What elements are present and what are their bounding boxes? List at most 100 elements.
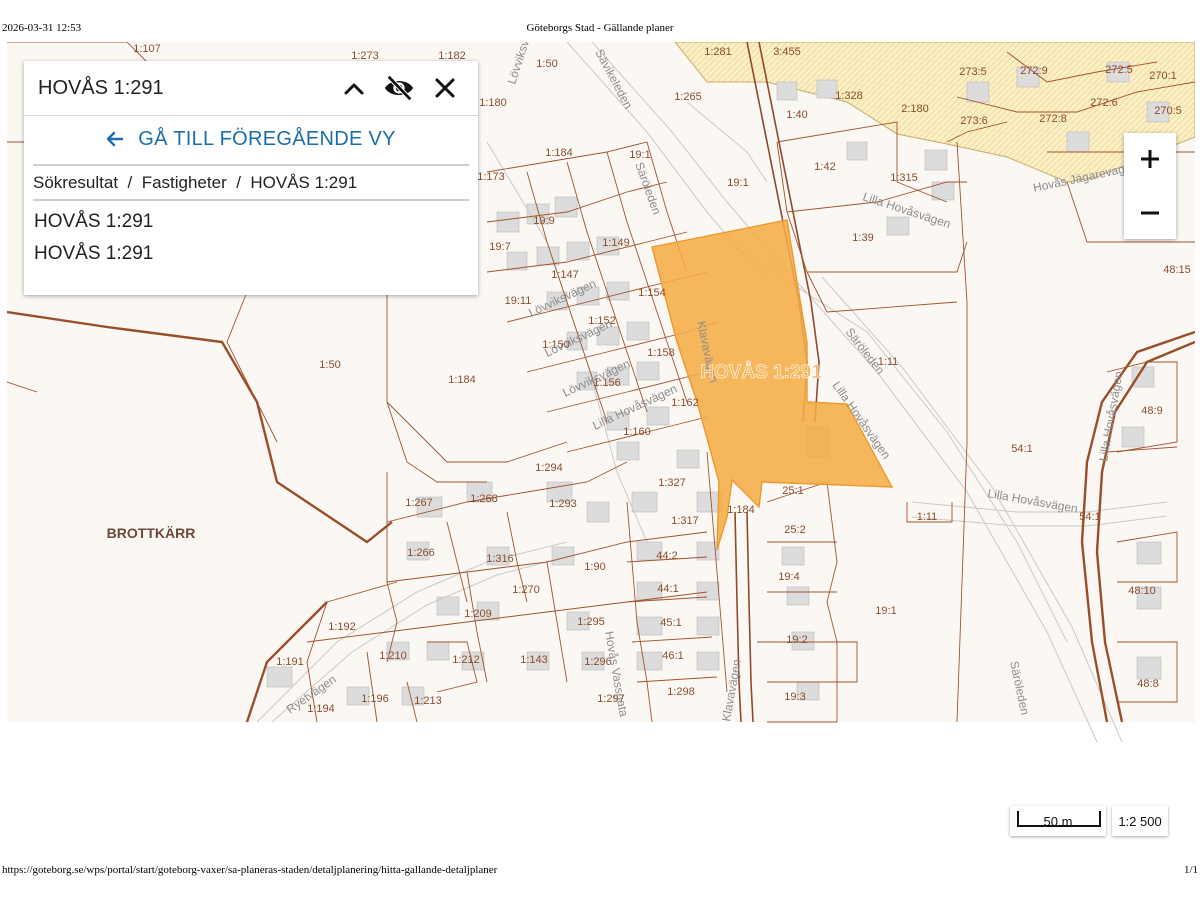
- parcel-label: 1:143: [520, 654, 548, 666]
- parcel-label: 1:184: [448, 374, 476, 386]
- back-link[interactable]: GÅ TILL FÖREGÅENDE VY: [24, 121, 478, 157]
- parcel-label: 1:194: [307, 703, 335, 715]
- panel-header: HOVÅS 1:291: [24, 61, 478, 116]
- parcel-label: 1:294: [535, 462, 563, 474]
- parcel-label: 44:2: [656, 550, 677, 562]
- parcel-label: 1:209: [464, 608, 492, 620]
- parcel-label: 1:270: [512, 584, 540, 596]
- parcel-label: 1:160: [623, 426, 651, 438]
- parcel-label: 1:50: [536, 58, 557, 70]
- parcel-label: 1:213: [414, 695, 442, 707]
- parcel-label: 1:107: [133, 43, 161, 55]
- parcel-label: 1:90: [584, 561, 605, 573]
- arrow-left-icon: [107, 131, 124, 147]
- parcel-label: 1:293: [549, 498, 577, 510]
- parcel-label: 273:6: [960, 115, 988, 127]
- parcel-label: 48:10: [1128, 585, 1156, 597]
- parcel-label: 25:1: [782, 485, 803, 497]
- parcel-label: 1:328: [835, 90, 863, 102]
- parcel-label: 272:9: [1020, 65, 1048, 77]
- parcel-label: 19:7: [489, 241, 510, 253]
- breadcrumb-item-search[interactable]: Sökresultat: [33, 173, 118, 193]
- parcel-label: 1:315: [890, 172, 918, 184]
- parcel-label: 272:5: [1105, 64, 1133, 76]
- parcel-label: 19:9: [533, 215, 554, 227]
- property-info-panel: HOVÅS 1:291 GÅ TILL FÖREGÅENDE VY Sökres…: [24, 61, 478, 295]
- parcel-label: 19:4: [778, 571, 799, 583]
- print-page-number: 1/1: [1183, 864, 1198, 876]
- parcel-label: 46:1: [662, 650, 683, 662]
- parcel-label: 19:11: [505, 295, 532, 307]
- print-footer: https://goteborg.se/wps/portal/start/got…: [0, 864, 1200, 880]
- parcel-label: 1:11: [917, 511, 938, 523]
- scale-bar-label: 50 m: [1043, 814, 1073, 829]
- result-item[interactable]: HOVÅS 1:291: [34, 211, 153, 233]
- breadcrumb-item-properties[interactable]: Fastigheter: [142, 173, 227, 193]
- parcel-label: 19:3: [784, 691, 805, 703]
- parcel-label: 19:1: [727, 177, 748, 189]
- parcel-label: 1:173: [477, 171, 505, 183]
- back-link-label: GÅ TILL FÖREGÅENDE VY: [138, 127, 396, 150]
- zoom-in-button[interactable]: [1124, 133, 1176, 185]
- parcel-label: 1:147: [551, 269, 579, 281]
- result-item[interactable]: HOVÅS 1:291: [34, 243, 153, 265]
- close-icon: [435, 78, 455, 98]
- parcel-label: 3:455: [773, 46, 801, 58]
- parcel-label: 1:154: [638, 287, 666, 299]
- parcel-label: 1:196: [361, 693, 389, 705]
- breadcrumb-item-current: HOVÅS 1:291: [250, 172, 358, 192]
- parcel-label: 1:265: [674, 91, 702, 103]
- parcel-label: 1:191: [276, 656, 304, 668]
- parcel-label: 1:42: [814, 161, 835, 173]
- scale-bar: 50 m: [1010, 806, 1106, 836]
- district-label: BROTTKÄRR: [107, 525, 196, 541]
- collapse-button[interactable]: [338, 72, 370, 104]
- hide-layer-button[interactable]: [383, 72, 415, 104]
- parcel-label: 54:1: [1011, 443, 1032, 455]
- parcel-label: 48:15: [1163, 264, 1191, 276]
- parcel-label: 1:317: [671, 515, 699, 527]
- print-page-title: Göteborgs Stad - Gällande planer: [526, 22, 674, 34]
- parcel-label: 54:1: [1079, 511, 1100, 523]
- print-url: https://goteborg.se/wps/portal/start/got…: [2, 864, 498, 876]
- parcel-label: 19:1: [875, 605, 896, 617]
- parcel-label: 2:180: [901, 103, 929, 115]
- parcel-label: 1:316: [486, 553, 514, 565]
- close-button[interactable]: [429, 72, 461, 104]
- plus-icon: [1141, 150, 1159, 168]
- parcel-label: 25:2: [784, 524, 805, 536]
- parcel-label: 272:6: [1090, 97, 1118, 109]
- parcel-label: 1:184: [545, 147, 573, 159]
- parcel-label: 1:50: [319, 359, 340, 371]
- panel-title: HOVÅS 1:291: [38, 77, 164, 99]
- parcel-label: 1:162: [671, 397, 699, 409]
- parcel-label: 1:149: [602, 237, 630, 249]
- parcel-label: 1:184: [727, 504, 755, 516]
- parcel-label: 1:212: [452, 654, 480, 666]
- parcel-label: 19:2: [786, 634, 807, 646]
- parcel-label: 45:1: [660, 617, 681, 629]
- print-header: 2026-03-31 12:53 Göteborgs Stad - Gällan…: [0, 22, 1200, 38]
- scale-ratio[interactable]: 1:2 500: [1112, 806, 1168, 836]
- parcel-label: 1:192: [328, 621, 356, 633]
- parcel-label: 1:40: [786, 109, 807, 121]
- parcel-label: 1:281: [704, 46, 732, 58]
- parcel-label: 1:210: [379, 650, 407, 662]
- parcel-label: 272:8: [1039, 113, 1067, 125]
- parcel-label: 1:267: [405, 497, 433, 509]
- parcel-label: 1:158: [647, 347, 675, 359]
- parcel-label: 19:1: [629, 149, 650, 161]
- parcel-label: 1:39: [852, 232, 873, 244]
- parcel-label: 44:1: [657, 583, 678, 595]
- parcel-label: 270:1: [1149, 70, 1177, 82]
- minus-icon: [1141, 211, 1159, 215]
- eye-off-icon: [384, 75, 414, 101]
- map-view[interactable]: 1:107 1:273 1:182 1:50 1:180 1:184 1:173 1:265 1…: [7, 42, 1195, 854]
- parcel-label: 1:268: [470, 493, 498, 505]
- zoom-out-button[interactable]: [1124, 187, 1176, 239]
- parcel-label: 48:9: [1141, 405, 1162, 417]
- parcel-label: 1:180: [479, 97, 507, 109]
- chevron-up-icon: [344, 83, 364, 95]
- highlight-label: HOVÅS 1:291: [700, 362, 822, 383]
- parcel-label: 1:295: [577, 616, 605, 628]
